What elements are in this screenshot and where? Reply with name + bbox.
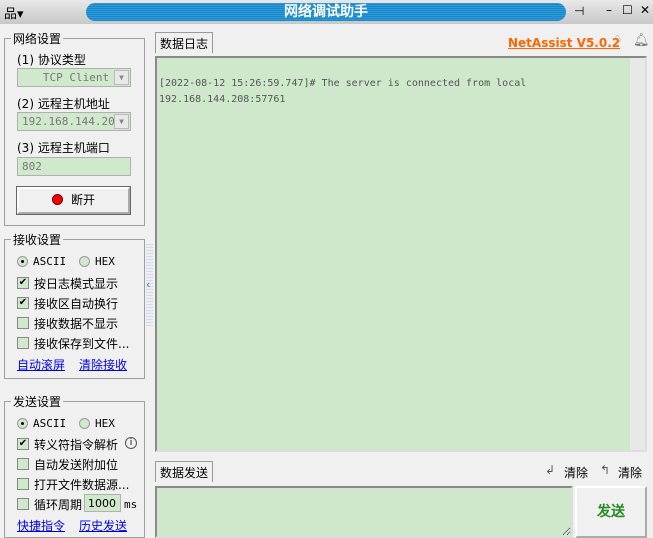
host-label: (2) 远程主机地址 <box>17 97 110 111</box>
window-title: 网络调试助手 <box>86 3 566 21</box>
receive-ascii-radio[interactable] <box>17 256 28 267</box>
brand-link[interactable]: NetAssist V5.0.2 <box>508 36 620 50</box>
send-history-link[interactable]: 历史发送 <box>79 517 127 534</box>
port-input[interactable] <box>17 157 131 176</box>
port-label: (3) 远程主机端口 <box>17 141 110 155</box>
receive-hex-label: HEX <box>95 255 115 268</box>
receive-ascii-label: ASCII <box>33 255 67 268</box>
disconnect-button[interactable]: 断开 <box>16 186 131 215</box>
clear-log-button[interactable]: 清除 <box>564 464 588 481</box>
log-line: 192.168.144.208:57761 <box>159 94 286 105</box>
clear-send-icon: ↰ <box>600 463 611 477</box>
clear-receive-link[interactable]: 清除接收 <box>79 356 127 373</box>
maximize-button[interactable]: ☐ <box>622 3 633 17</box>
period-input[interactable] <box>84 494 121 512</box>
chevron-down-icon: ▼ <box>114 114 129 129</box>
title-bar: 品▾ 网络调试助手 ⊣ – ☐ ✕ <box>0 0 653 24</box>
status-red-icon <box>51 194 63 205</box>
data-log-area[interactable]: [2022-08-12 15:26:59.747]# The server is… <box>155 56 647 452</box>
host-select[interactable]: 192.168.144.208 ▼ <box>17 112 131 131</box>
receive-settings-title: 接收设置 <box>11 231 64 248</box>
send-hex-label: HEX <box>95 417 115 430</box>
send-ascii-label: ASCII <box>33 417 67 430</box>
send-hex-radio[interactable] <box>79 418 90 429</box>
send-option-label: 自动发送附加位 <box>34 458 119 472</box>
collapse-panel-handle[interactable]: ‹ <box>146 244 153 326</box>
info-icon[interactable]: i <box>125 437 137 449</box>
auto-scroll-link[interactable]: 自动滚屏 <box>17 356 65 373</box>
send-option-checkbox[interactable] <box>17 478 29 490</box>
receive-option-checkbox[interactable] <box>17 317 29 329</box>
receive-option-checkbox[interactable]: ✔ <box>17 297 29 309</box>
send-input[interactable] <box>155 486 573 538</box>
receive-option-label: 接收数据不显示 <box>34 317 119 331</box>
receive-option-label: 接收保存到文件... <box>34 337 130 351</box>
receive-option-label: 按日志模式显示 <box>34 277 119 291</box>
receive-option-label: 接收区自动换行 <box>34 297 119 311</box>
receive-option-checkbox[interactable] <box>17 337 29 349</box>
clear-log-icon: ↲ <box>545 463 556 477</box>
log-line: [2022-08-12 15:26:59.747]# The server is… <box>159 78 527 89</box>
minimize-button[interactable]: – <box>606 3 612 17</box>
send-settings-group: 发送设置 ASCII HEX ✔ 转义符指令解析 i 自动发送附加位 打开文件数… <box>4 393 145 538</box>
receive-hex-radio[interactable] <box>79 256 90 267</box>
send-option-label: 转义符指令解析 <box>34 438 119 452</box>
quick-commands-link[interactable]: 快捷指令 <box>17 517 65 534</box>
send-button[interactable]: 发送 <box>575 486 647 538</box>
app-menu-icon[interactable]: 品▾ <box>4 3 24 22</box>
protocol-value: TCP Client <box>42 71 110 84</box>
send-option-checkbox[interactable] <box>17 498 29 510</box>
tab-data-send[interactable]: 数据发送 <box>155 461 214 482</box>
log-scrollbar[interactable] <box>630 58 645 450</box>
disconnect-label: 断开 <box>70 193 95 207</box>
tab-data-log[interactable]: 数据日志 <box>155 32 214 53</box>
bell-icon[interactable]: 🔔︎ <box>633 33 650 48</box>
send-option-checkbox[interactable] <box>17 458 29 470</box>
pin-icon[interactable]: ⊣ <box>574 4 584 18</box>
chevron-down-icon: ▼ <box>114 70 129 85</box>
send-option-label: 循环周期 <box>34 498 83 512</box>
network-settings-title: 网络设置 <box>11 30 64 47</box>
host-value: 192.168.144.208 <box>22 115 122 128</box>
period-unit: ms <box>124 498 138 511</box>
send-option-checkbox[interactable]: ✔ <box>17 438 29 450</box>
send-option-label: 打开文件数据源... <box>34 478 130 492</box>
protocol-label: (1) 协议类型 <box>17 53 86 67</box>
clear-send-button[interactable]: 清除 <box>618 464 642 481</box>
receive-option-checkbox[interactable]: ✔ <box>17 277 29 289</box>
send-settings-title: 发送设置 <box>11 393 64 410</box>
close-button[interactable]: ✕ <box>640 3 650 17</box>
protocol-select[interactable]: TCP Client ▼ <box>17 68 131 87</box>
network-settings-group: 网络设置 (1) 协议类型 TCP Client ▼ (2) 远程主机地址 192… <box>4 30 145 226</box>
send-ascii-radio[interactable] <box>17 418 28 429</box>
diamond-icon[interactable]: ♢ <box>611 33 624 49</box>
receive-settings-group: 接收设置 ASCII HEX ✔ 按日志模式显示 ✔ 接收区自动换行 接收数据不… <box>4 231 145 379</box>
